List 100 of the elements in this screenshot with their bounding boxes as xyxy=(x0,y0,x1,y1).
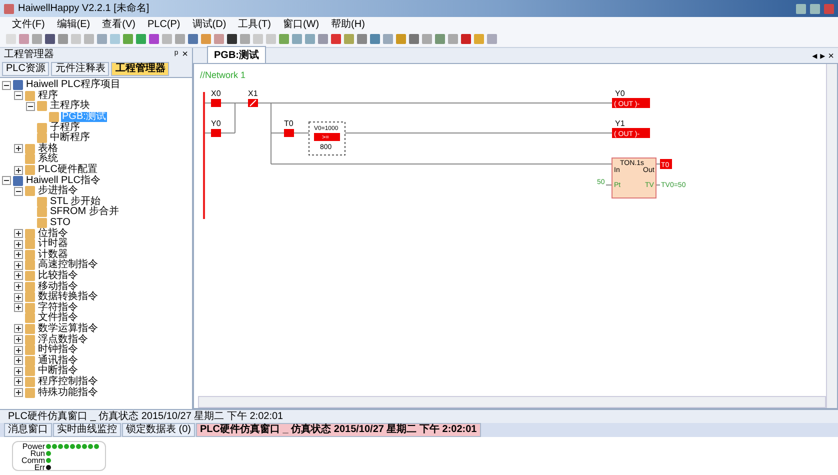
tree-item[interactable]: 移动指令 xyxy=(37,282,79,292)
tree-item[interactable]: 数据转换指令 xyxy=(37,292,99,302)
tree-item[interactable]: PLC硬件配置 xyxy=(37,165,98,176)
expand-icon[interactable] xyxy=(14,377,23,386)
expand-icon[interactable] xyxy=(14,303,23,312)
status-text: PLC硬件仿真窗口 _ 仿真状态 2015/10/27 星期二 下午 2:02:01 xyxy=(8,410,284,422)
timer-block xyxy=(612,158,656,198)
panel-tab[interactable]: 工程管理器 xyxy=(111,62,170,76)
tree-item[interactable]: 时钟指令 xyxy=(37,345,79,356)
expand-icon[interactable] xyxy=(14,144,23,154)
expand-icon[interactable] xyxy=(14,366,23,376)
folder-icon xyxy=(25,388,35,398)
expand-icon[interactable] xyxy=(14,292,23,302)
collapse-icon[interactable] xyxy=(2,80,11,90)
folder-icon xyxy=(37,207,47,218)
tree-item[interactable]: 程序 xyxy=(37,90,59,101)
expand-icon[interactable] xyxy=(14,250,23,260)
menu-item[interactable]: 调试(D) xyxy=(192,17,226,31)
folder-icon xyxy=(25,282,35,292)
folder-icon xyxy=(37,196,47,207)
expand-icon[interactable] xyxy=(14,229,23,238)
tree-item[interactable]: 特殊功能指令 xyxy=(37,388,99,398)
nav-button[interactable]: × xyxy=(828,51,834,63)
folder-icon xyxy=(25,313,35,324)
folder-icon xyxy=(37,101,47,112)
tree-item[interactable]: 表格 xyxy=(37,144,59,154)
menu-item[interactable]: 编辑(E) xyxy=(56,17,90,31)
contact-label: X0 xyxy=(211,89,221,98)
close-button[interactable]: × xyxy=(182,48,188,60)
expand-icon[interactable] xyxy=(14,282,23,292)
minimize-icon[interactable] xyxy=(796,4,806,14)
expand-icon[interactable] xyxy=(14,335,23,344)
expand-icon[interactable] xyxy=(14,324,23,334)
folder-icon xyxy=(25,324,35,334)
collapse-icon[interactable] xyxy=(26,102,35,111)
expand-icon[interactable] xyxy=(14,271,23,280)
expand-icon[interactable] xyxy=(14,356,23,366)
collapse-icon[interactable] xyxy=(14,186,23,196)
tree-item[interactable]: 主程序块 xyxy=(49,101,91,112)
tree-item[interactable]: 浮点数指令 xyxy=(37,334,89,345)
menu-item[interactable]: 文件(F) xyxy=(12,17,45,31)
menu-item[interactable]: 窗口(W) xyxy=(282,17,320,31)
panel-tab[interactable]: PLC资源 xyxy=(2,62,50,76)
tree-item[interactable]: 高速控制指令 xyxy=(37,260,99,270)
bottom-tab[interactable]: 实时曲线监控 xyxy=(53,423,121,437)
horizontal-scrollbar[interactable] xyxy=(198,396,826,408)
tree-item[interactable]: 子程序 xyxy=(49,122,81,133)
contact-label: T0 xyxy=(284,119,294,128)
panel-tab[interactable]: 元件注释表 xyxy=(51,62,110,76)
collapse-icon[interactable] xyxy=(2,176,11,186)
bottom-tab[interactable]: PLC硬件仿真窗口 _ 仿真状态 2015/10/27 星期二 下午 2:02:01 xyxy=(196,423,481,437)
led-label: Err xyxy=(34,464,45,471)
tree-item[interactable]: STL 步开始 xyxy=(49,196,102,207)
maximize-icon[interactable] xyxy=(810,4,820,14)
menu-item[interactable]: 查看(V) xyxy=(102,17,136,31)
tree-item[interactable]: 计时器 xyxy=(37,239,69,250)
window-title: HaiwellHappy V2.2.1 [未命名] xyxy=(18,2,150,14)
tree-item[interactable]: Haiwell PLC指令 xyxy=(25,176,102,186)
vertical-scrollbar[interactable] xyxy=(826,64,837,408)
expand-icon[interactable] xyxy=(14,166,23,175)
folder-icon xyxy=(25,366,35,376)
tree-item[interactable]: Haiwell PLC程序项目 xyxy=(25,80,122,90)
expand-icon[interactable] xyxy=(14,240,23,249)
app-icon xyxy=(4,4,14,14)
bottom-tab[interactable]: 消息窗口 xyxy=(4,423,52,437)
tree-item[interactable]: 数学运算指令 xyxy=(37,324,99,334)
nav-button[interactable]: ▸ xyxy=(820,51,826,63)
tree-item[interactable]: 中断指令 xyxy=(37,366,79,376)
folder-icon xyxy=(25,356,35,366)
menu-item[interactable]: 工具(T) xyxy=(238,17,271,31)
menu-item[interactable]: PLC(P) xyxy=(147,18,180,30)
pin-button[interactable]: ᵖ xyxy=(174,48,178,60)
folder-icon xyxy=(25,260,35,270)
tree-item[interactable]: 通讯指令 xyxy=(37,356,79,366)
menu-item[interactable]: 帮助(H) xyxy=(331,17,365,31)
folder-icon xyxy=(37,133,47,144)
tree-item[interactable]: 计数器 xyxy=(37,250,69,260)
tree-item[interactable]: 字符指令 xyxy=(37,302,79,313)
editor-tab[interactable]: PGB:测试 xyxy=(207,46,266,63)
tree-item[interactable]: SFROM 步合并 xyxy=(49,207,120,218)
tree-item[interactable]: 系统 xyxy=(37,154,59,164)
folder-icon xyxy=(37,218,47,228)
coil-label: Y1 xyxy=(615,119,625,128)
bottom-tab[interactable]: 锁定数据表 (0) xyxy=(122,423,195,437)
tree-item[interactable]: 程序控制指令 xyxy=(37,376,99,387)
tree-item[interactable]: STO xyxy=(49,218,72,228)
nav-button[interactable]: ◂ xyxy=(812,51,818,63)
tree-item[interactable]: 位指令 xyxy=(37,228,69,239)
tree-item[interactable]: 文件指令 xyxy=(37,313,79,324)
folder-icon xyxy=(25,250,35,260)
close-icon[interactable] xyxy=(824,4,834,14)
collapse-icon[interactable] xyxy=(14,91,23,100)
tree-item[interactable]: 中断程序 xyxy=(49,133,91,144)
network-label: //Network 1 xyxy=(200,70,246,80)
tree-item[interactable]: 步进指令 xyxy=(37,186,79,196)
tree-item[interactable]: 比较指令 xyxy=(37,270,79,281)
expand-icon[interactable] xyxy=(14,388,23,398)
expand-icon[interactable] xyxy=(14,260,23,270)
expand-icon[interactable] xyxy=(14,346,23,355)
led-label: Power xyxy=(21,443,45,450)
